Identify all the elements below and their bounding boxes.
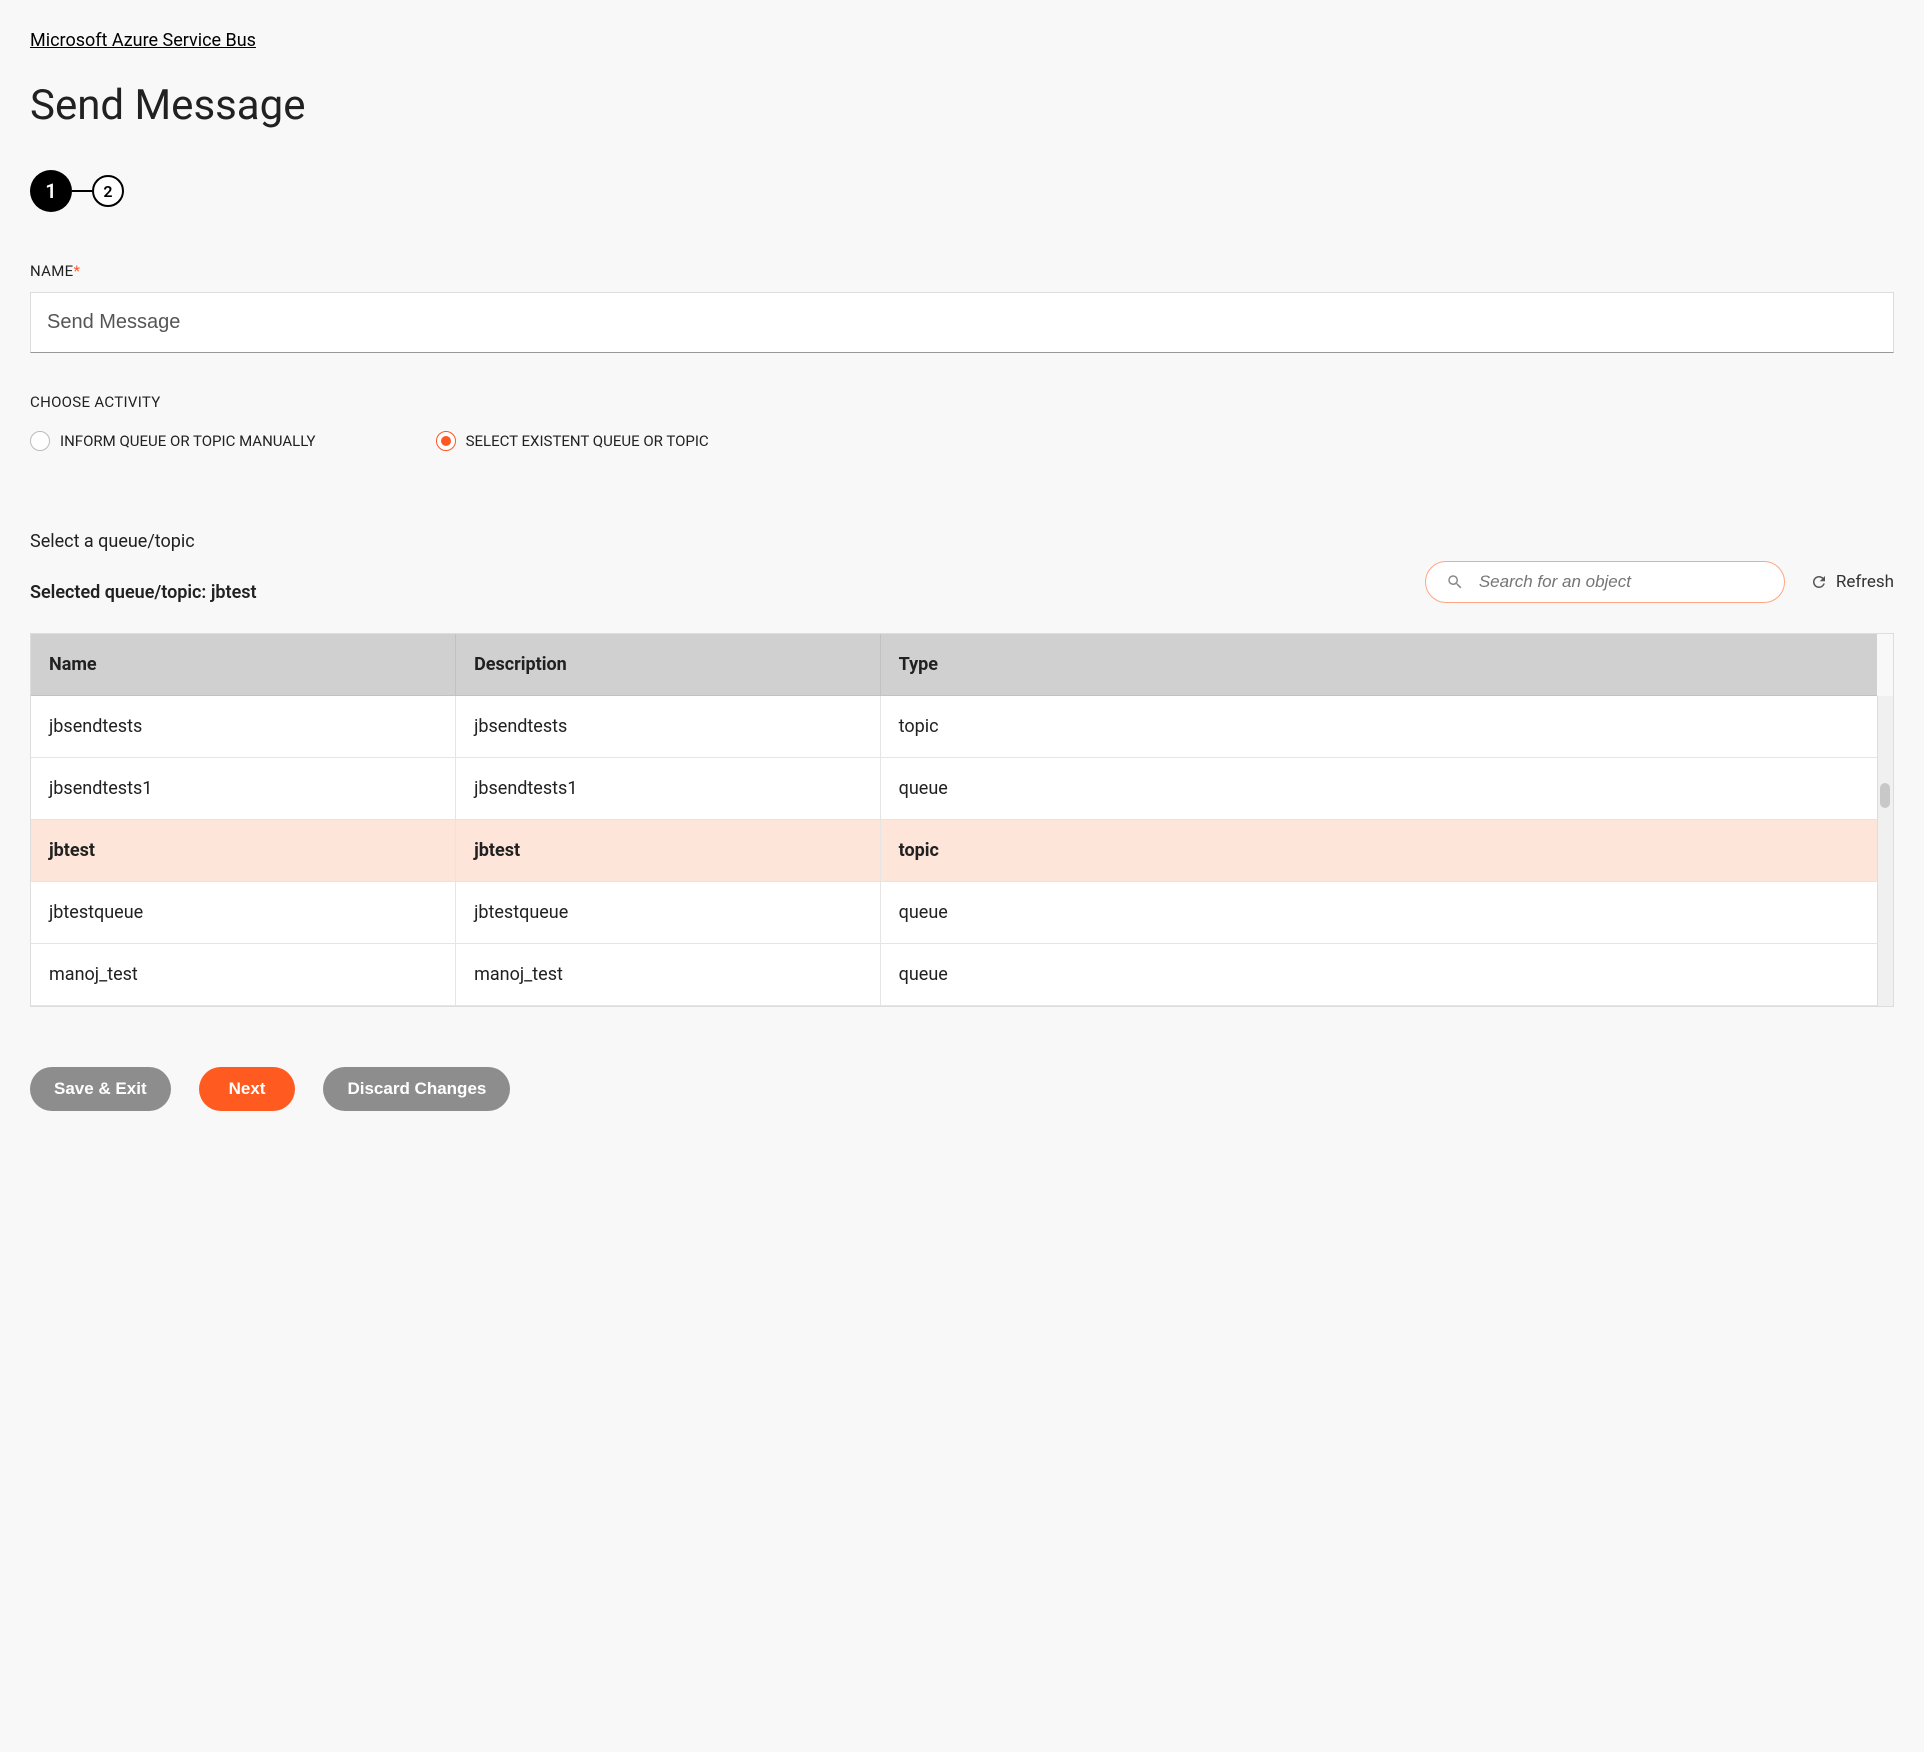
cell-name: manoj_test <box>31 944 456 1006</box>
next-button[interactable]: Next <box>199 1067 296 1111</box>
cell-type: topic <box>880 696 1877 758</box>
page-title: Send Message <box>30 81 1894 130</box>
queue-table-wrap: Name Description Type jbsendtestsjbsendt… <box>30 633 1894 1007</box>
radio-option-manual[interactable]: INFORM QUEUE OR TOPIC MANUALLY <box>30 431 316 451</box>
cell-type: queue <box>880 944 1877 1006</box>
cell-description: jbsendtests <box>456 696 881 758</box>
th-name[interactable]: Name <box>31 634 456 696</box>
th-description[interactable]: Description <box>456 634 881 696</box>
table-row[interactable]: jbsendtestsjbsendteststopic <box>31 696 1877 758</box>
activity-label: CHOOSE ACTIVITY <box>30 393 1894 411</box>
scrollbar-thumb[interactable] <box>1880 783 1890 808</box>
table-row[interactable]: jbtestqueuejbtestqueuequeue <box>31 882 1877 944</box>
select-queue-label: Select a queue/topic <box>30 531 257 552</box>
activity-radio-group: INFORM QUEUE OR TOPIC MANUALLY SELECT EX… <box>30 431 1894 451</box>
stepper: 1 2 <box>30 170 1894 212</box>
search-input[interactable] <box>1479 572 1764 592</box>
radio-option-select[interactable]: SELECT EXISTENT QUEUE OR TOPIC <box>436 431 709 451</box>
cell-description: jbtestqueue <box>456 882 881 944</box>
cell-type: queue <box>880 758 1877 820</box>
radio-label-select: SELECT EXISTENT QUEUE OR TOPIC <box>466 432 709 450</box>
radio-icon <box>436 431 456 451</box>
refresh-icon <box>1810 573 1828 591</box>
cell-type: queue <box>880 882 1877 944</box>
radio-icon <box>30 431 50 451</box>
refresh-button[interactable]: Refresh <box>1810 572 1894 592</box>
th-type[interactable]: Type <box>880 634 1877 696</box>
table-row[interactable]: jbsendtests1jbsendtests1queue <box>31 758 1877 820</box>
cell-type: topic <box>880 820 1877 882</box>
name-input[interactable] <box>30 292 1894 353</box>
name-label-text: NAME <box>30 262 73 280</box>
step-2[interactable]: 2 <box>92 175 124 207</box>
discard-button[interactable]: Discard Changes <box>323 1067 510 1111</box>
save-exit-button[interactable]: Save & Exit <box>30 1067 171 1111</box>
name-label: NAME* <box>30 262 1894 280</box>
cell-description: jbsendtests1 <box>456 758 881 820</box>
radio-label-manual: INFORM QUEUE OR TOPIC MANUALLY <box>60 432 316 450</box>
table-row[interactable]: jbtestjbtesttopic <box>31 820 1877 882</box>
cell-name: jbsendtests1 <box>31 758 456 820</box>
queue-table: Name Description Type jbsendtestsjbsendt… <box>31 634 1877 1006</box>
step-1[interactable]: 1 <box>30 170 72 212</box>
cell-name: jbtestqueue <box>31 882 456 944</box>
footer-buttons: Save & Exit Next Discard Changes <box>30 1067 1894 1111</box>
required-asterisk: * <box>73 262 80 280</box>
breadcrumb-link[interactable]: Microsoft Azure Service Bus <box>30 30 256 51</box>
cell-description: jbtest <box>456 820 881 882</box>
cell-description: manoj_test <box>456 944 881 1006</box>
cell-name: jbsendtests <box>31 696 456 758</box>
scrollbar-track[interactable] <box>1877 696 1893 1006</box>
cell-name: jbtest <box>31 820 456 882</box>
search-box[interactable] <box>1425 561 1785 603</box>
refresh-label: Refresh <box>1836 572 1894 592</box>
table-row[interactable]: manoj_testmanoj_testqueue <box>31 944 1877 1006</box>
selected-queue-text: Selected queue/topic: jbtest <box>30 582 257 603</box>
step-connector <box>72 190 92 192</box>
search-icon <box>1446 573 1464 591</box>
